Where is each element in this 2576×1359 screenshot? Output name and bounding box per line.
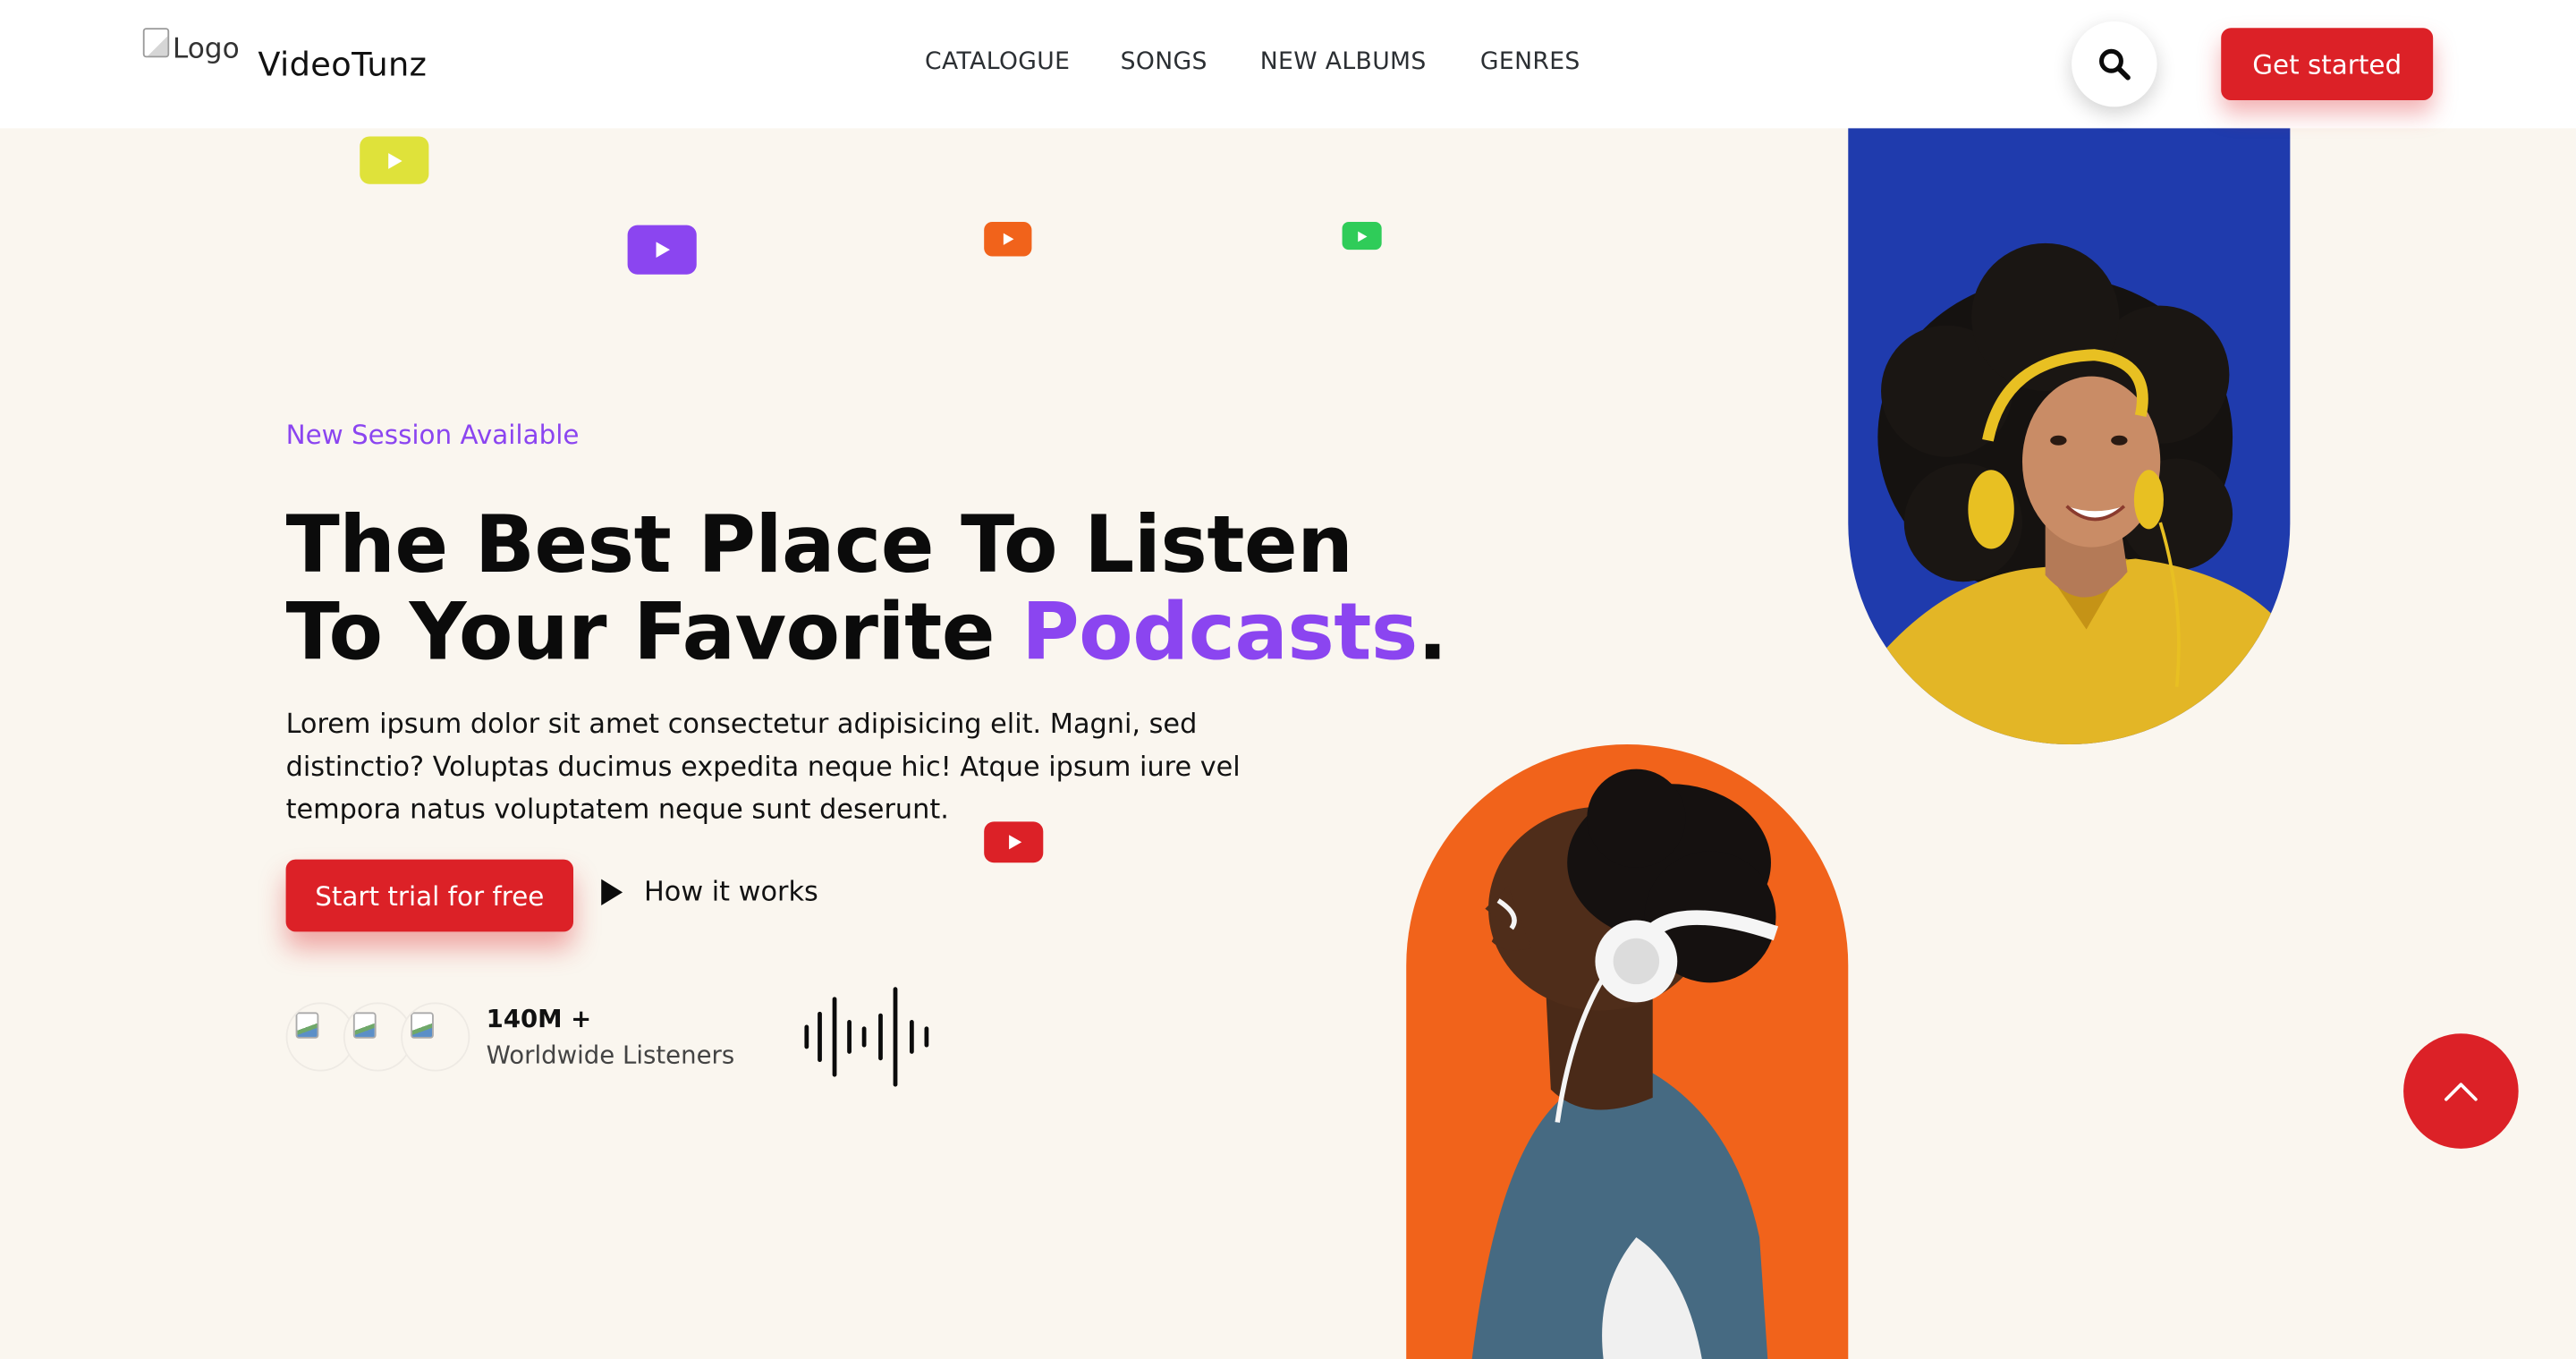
hero-description: Lorem ipsum dolor sit amet consectetur a… — [285, 708, 1241, 826]
play-icon — [627, 225, 697, 275]
avatar — [401, 1002, 470, 1072]
site-header: Logo VideoTunz CATALOGUE SONGS NEW ALBUM… — [0, 0, 2576, 129]
listener-count: 140M + — [486, 1004, 592, 1034]
nav-songs[interactable]: SONGS — [1121, 49, 1208, 75]
headline-accent: Podcasts — [1021, 586, 1418, 679]
photo-woman-yellow-headphones — [1848, 128, 2291, 745]
listener-label: Worldwide Listeners — [486, 1040, 735, 1070]
hero-headline: The Best Place To Listen To Your Favorit… — [285, 502, 1448, 679]
logo-alt-text: Logo — [172, 32, 240, 66]
page-root: Logo VideoTunz CATALOGUE SONGS NEW ALBUM… — [0, 0, 2576, 1359]
play-icon — [1342, 221, 1382, 251]
eyebrow-text: New Session Available — [285, 419, 580, 451]
brand-name[interactable]: VideoTunz — [258, 45, 427, 84]
start-trial-button[interactable]: Start trial for free — [285, 859, 574, 932]
get-started-button[interactable]: Get started — [2221, 28, 2434, 101]
nav-genres[interactable]: GENRES — [1480, 49, 1580, 75]
nav-catalogue[interactable]: CATALOGUE — [925, 49, 1070, 75]
headline-line-2: To Your Favorite — [285, 586, 1022, 679]
how-it-works-label: How it works — [643, 875, 818, 907]
headline-line-1: The Best Place To Listen — [285, 499, 1353, 592]
headline-suffix: . — [1417, 586, 1447, 679]
photo-man-white-headphones — [1406, 744, 1849, 1359]
broken-image-icon — [142, 28, 170, 58]
search-icon — [2098, 48, 2131, 81]
search-button[interactable] — [2072, 21, 2157, 107]
scroll-to-top-button[interactable] — [2403, 1033, 2519, 1149]
nav-new-albums[interactable]: NEW ALBUMS — [1260, 49, 1427, 75]
play-icon — [360, 136, 429, 184]
play-icon — [984, 221, 1032, 257]
logo[interactable]: Logo — [142, 28, 240, 66]
chevron-up-icon — [2445, 1083, 2478, 1101]
listener-avatars — [285, 1002, 475, 1074]
sound-wave-icon — [804, 987, 929, 1087]
play-icon — [601, 878, 623, 905]
how-it-works-link[interactable]: How it works — [598, 876, 818, 907]
